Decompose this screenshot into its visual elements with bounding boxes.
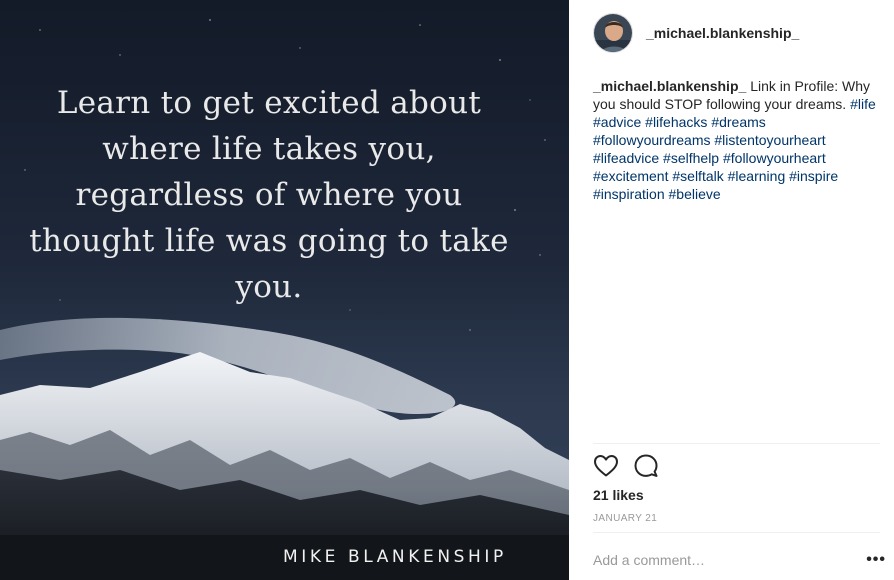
heart-icon[interactable] — [593, 453, 619, 479]
hashtag-link[interactable]: #followyourheart — [723, 150, 826, 166]
quote-line: Learn to get excited about — [56, 85, 482, 121]
hashtag-link[interactable]: #selfhelp — [663, 150, 719, 166]
hashtag-link[interactable]: #lifeadvice — [593, 150, 659, 166]
post-date[interactable]: JANUARY 21 — [593, 513, 657, 524]
avatar-image — [594, 14, 632, 52]
post-actions — [593, 453, 659, 479]
quote-line: regardless of where you — [75, 177, 463, 213]
quote-line: where life takes you, — [102, 131, 436, 167]
hashtag-link[interactable]: #inspire — [789, 168, 838, 184]
likes-count[interactable]: 21 likes — [593, 487, 644, 503]
hashtag-link[interactable]: #believe — [669, 186, 721, 202]
caption-username[interactable]: _michael.blankenship_ — [593, 78, 746, 94]
comment-icon[interactable] — [633, 453, 659, 479]
hashtag-link[interactable]: #advice — [593, 114, 641, 130]
hashtag-link[interactable]: #followyourdreams — [593, 132, 711, 148]
quote-text: Learn to get excited about where life ta… — [14, 80, 524, 310]
hashtag-link[interactable]: #listentoyourheart — [714, 132, 825, 148]
hashtag-link[interactable]: #lifehacks — [645, 114, 707, 130]
post-caption: _michael.blankenship_ Link in Profile: W… — [593, 77, 886, 203]
hashtag-link[interactable]: #inspiration — [593, 186, 665, 202]
hashtag-link[interactable]: #dreams — [711, 114, 765, 130]
quote-line: you. — [235, 269, 303, 305]
divider — [593, 532, 880, 533]
user-avatar-icon[interactable] — [593, 13, 633, 53]
quote-line: thought life was going to take — [29, 223, 509, 259]
post-side-panel: _michael.blankenship_ _michael.blankensh… — [569, 0, 894, 580]
post-image[interactable]: Learn to get excited about where life ta… — [0, 0, 569, 580]
hashtag-link[interactable]: #learning — [728, 168, 786, 184]
comment-input[interactable] — [593, 552, 833, 568]
divider — [593, 443, 880, 444]
hashtag-link[interactable]: #selftalk — [672, 168, 723, 184]
post-header: _michael.blankenship_ — [569, 0, 894, 66]
author-signature: MIKE BLANKENSHIP — [283, 547, 507, 567]
header-username[interactable]: _michael.blankenship_ — [646, 25, 799, 41]
hashtag-link[interactable]: #excitement — [593, 168, 668, 184]
comment-row: ••• — [593, 543, 886, 577]
more-options-icon[interactable]: ••• — [866, 551, 886, 569]
hashtag-link[interactable]: #life — [850, 96, 876, 112]
